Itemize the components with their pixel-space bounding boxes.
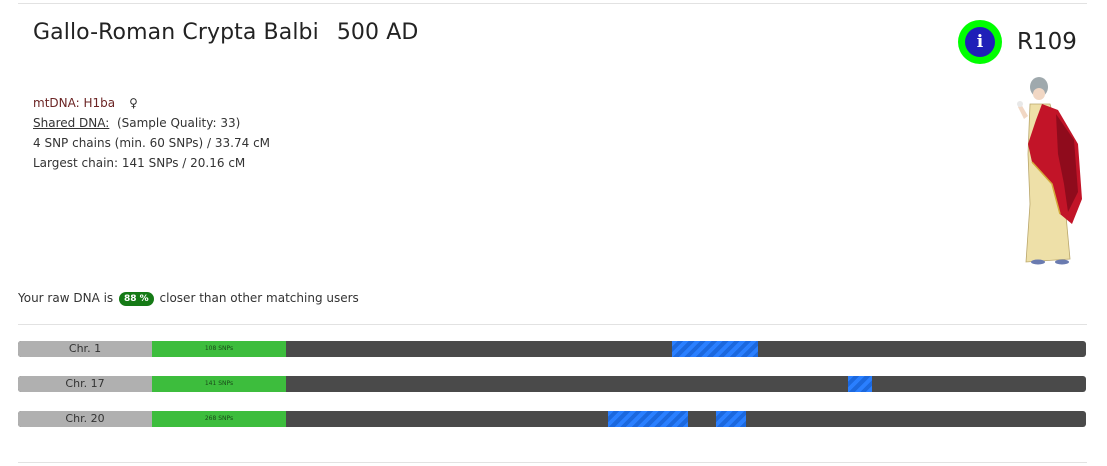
sample-name: Gallo-Roman Crypta Balbi bbox=[33, 20, 319, 45]
bottom-divider bbox=[18, 462, 1087, 463]
page-title: Gallo-Roman Crypta Balbi 500 AD bbox=[33, 20, 418, 45]
matching-segment[interactable] bbox=[607, 411, 688, 427]
match-card: Gallo-Roman Crypta Balbi 500 AD i R109 mt… bbox=[0, 0, 1107, 466]
sample-date: 500 AD bbox=[336, 20, 419, 45]
chromosome-bar-chr1[interactable]: Chr. 1 108 SNPs bbox=[18, 341, 1086, 357]
largest-chain-summary: Largest chain: 141 SNPs / 20.16 cM bbox=[33, 156, 246, 170]
roman-woman-illustration bbox=[1017, 77, 1082, 265]
snp-count: 108 SNPs bbox=[152, 341, 286, 357]
info-button[interactable]: i bbox=[958, 20, 1002, 64]
info-icon: i bbox=[965, 27, 995, 57]
sample-code: R109 bbox=[1017, 29, 1077, 55]
matching-segment[interactable] bbox=[848, 376, 873, 392]
shared-dna-link[interactable]: Shared DNA: bbox=[33, 116, 109, 130]
snp-count: 141 SNPs bbox=[152, 376, 286, 392]
chromosome-label: Chr. 20 bbox=[18, 411, 152, 427]
female-icon: ♀ bbox=[129, 96, 138, 110]
chromosome-bar-chr17[interactable]: Chr. 17 141 SNPs bbox=[18, 376, 1086, 392]
closeness-percent-badge: 88 % bbox=[119, 292, 154, 306]
sample-details: mtDNA: H1ba ♀ Shared DNA: (Sample Quality… bbox=[33, 93, 270, 173]
sample-quality: (Sample Quality: 33) bbox=[116, 116, 241, 130]
chromosome-label: Chr. 1 bbox=[18, 341, 152, 357]
closeness-prefix: Your raw DNA is bbox=[18, 291, 114, 305]
closeness-suffix: closer than other matching users bbox=[159, 291, 359, 305]
mtdna-haplogroup: mtDNA: H1ba bbox=[33, 96, 116, 110]
chromosome-label: Chr. 17 bbox=[18, 376, 152, 392]
snp-chains-summary: 4 SNP chains (min. 60 SNPs) / 33.74 cM bbox=[33, 136, 271, 150]
chromosome-bar-chr20[interactable]: Chr. 20 268 SNPs bbox=[18, 411, 1086, 427]
matching-segment[interactable] bbox=[715, 411, 746, 427]
snp-count: 268 SNPs bbox=[152, 411, 286, 427]
middle-divider bbox=[18, 324, 1087, 325]
top-divider bbox=[18, 3, 1087, 4]
closeness-statement: Your raw DNA is 88 % closer than other m… bbox=[18, 291, 359, 306]
matching-segment[interactable] bbox=[671, 341, 758, 357]
